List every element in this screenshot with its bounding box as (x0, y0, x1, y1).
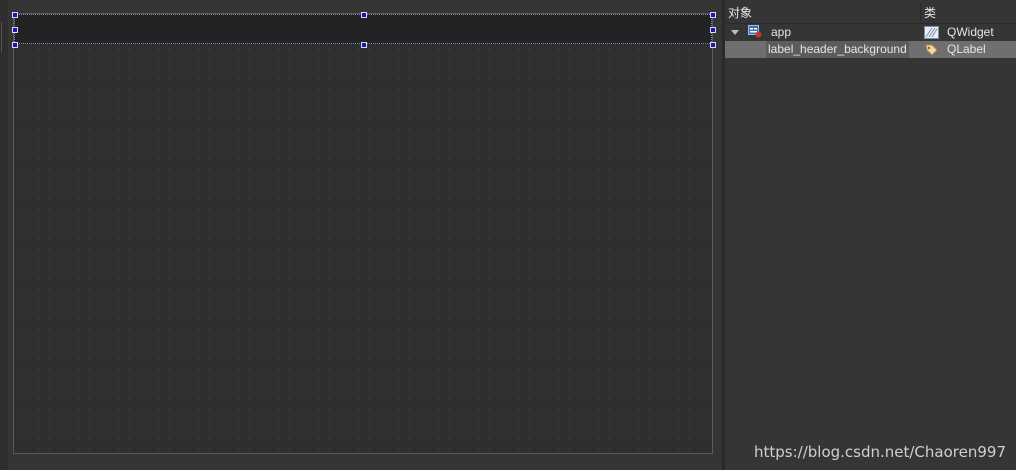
tree-item-name: app (771, 25, 792, 39)
tree-row-label-header-background[interactable]: label_header_background QLabel (725, 41, 1016, 58)
resize-handle-right[interactable] (710, 27, 716, 33)
left-dock-strip (0, 0, 8, 470)
inspector-header: 对象 类 (725, 3, 1016, 24)
qt-designer-window: 对象 类 app QWidget label_header_background… (0, 0, 1016, 470)
resize-handle-top-right[interactable] (710, 12, 716, 18)
resize-handle-bottom-left[interactable] (12, 42, 18, 48)
form-app[interactable] (12, 12, 716, 454)
resize-handle-top[interactable] (361, 12, 367, 18)
widget-icon (924, 26, 939, 39)
tree-row-app[interactable]: app QWidget (725, 24, 1016, 41)
expand-arrow-icon[interactable] (731, 30, 739, 35)
resize-handle-top-left[interactable] (12, 12, 18, 18)
form-icon (748, 25, 762, 38)
resize-handle-left[interactable] (12, 27, 18, 33)
resize-handle-bottom[interactable] (361, 42, 367, 48)
column-header-object[interactable]: 对象 (725, 3, 921, 23)
watermark-url: https://blog.csdn.net/Chaoren997 (753, 443, 1006, 461)
tree-item-name: label_header_background (766, 41, 909, 58)
tree-item-class: QLabel (947, 42, 986, 56)
label-header-background[interactable] (12, 12, 716, 48)
column-header-class[interactable]: 类 (921, 3, 1016, 23)
designer-canvas[interactable] (0, 0, 722, 470)
left-strip-divider (1, 22, 2, 52)
resize-handle-bottom-right[interactable] (710, 42, 716, 48)
object-inspector: 对象 类 app QWidget label_header_background… (725, 0, 1016, 470)
tree-item-class: QWidget (947, 25, 994, 39)
label-tag-icon (925, 44, 938, 56)
